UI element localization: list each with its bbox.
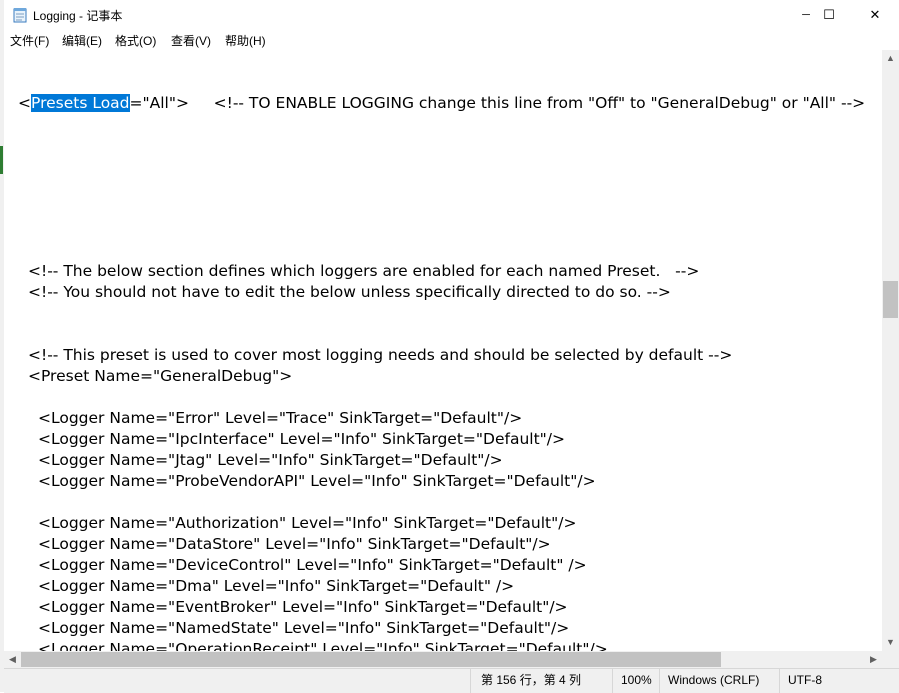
text-line: <Logger Name="EventBroker" Level="Info" … — [38, 598, 568, 616]
cursor-position: 第 156 行，第 4 列 — [470, 669, 612, 693]
selected-text: Presets Load — [31, 94, 130, 112]
menu-edit[interactable]: 编辑(E) — [62, 32, 102, 49]
background-window-accent — [0, 146, 3, 174]
preset-load-rest: ="All"> <!-- TO ENABLE LOGGING change th… — [129, 94, 866, 112]
menu-format[interactable]: 格式(O) — [115, 32, 156, 49]
menu-bar: 文件(F) 编辑(E) 格式(O) 查看(V) 帮助(H) — [4, 30, 899, 51]
scrollbar-corner — [882, 651, 899, 668]
text-line: <!-- The below section defines which log… — [28, 262, 700, 280]
scroll-down-icon[interactable]: ▼ — [882, 634, 899, 651]
vertical-scrollbar[interactable]: ▲ ▼ — [882, 50, 899, 651]
preset-load-open: < — [18, 94, 31, 112]
text-line: <Logger Name="DataStore" Level="Info" Si… — [38, 535, 551, 553]
text-line: <!-- This preset is used to cover most l… — [28, 346, 733, 364]
vertical-scroll-thumb[interactable] — [883, 281, 898, 318]
text-line: <!-- You should not have to edit the bel… — [28, 283, 671, 301]
window-title: Logging - 记事本 — [33, 9, 123, 23]
text-line: <Logger Name="ProbeVendorAPI" Level="Inf… — [38, 472, 596, 490]
text-line: <Logger Name="Jtag" Level="Info" SinkTar… — [38, 451, 503, 469]
preset-load-line: <Presets Load="All"> <!-- TO ENABLE LOGG… — [18, 93, 865, 114]
maximize-button[interactable]: ☐ — [806, 0, 852, 30]
zoom-level: 100% — [612, 669, 659, 693]
menu-view[interactable]: 查看(V) — [171, 32, 211, 49]
notepad-icon — [13, 8, 27, 23]
maximize-icon: ☐ — [823, 7, 835, 22]
encoding: UTF-8 — [779, 669, 899, 693]
text-editor[interactable]: <Presets Load="All"> <!-- TO ENABLE LOGG… — [4, 50, 882, 651]
menu-file[interactable]: 文件(F) — [10, 32, 49, 49]
text-line: <Logger Name="Error" Level="Trace" SinkT… — [38, 409, 523, 427]
text-line: <Logger Name="OperationReceipt" Level="I… — [38, 640, 608, 651]
text-line: <Logger Name="Authorization" Level="Info… — [38, 514, 577, 532]
line-ending: Windows (CRLF) — [659, 669, 779, 693]
horizontal-scrollbar[interactable]: ◀ ▶ — [4, 651, 882, 668]
title-bar: Logging - 记事本 ─ ☐ ✕ — [4, 0, 899, 30]
scroll-left-icon[interactable]: ◀ — [4, 651, 21, 668]
scroll-right-icon[interactable]: ▶ — [865, 651, 882, 668]
text-line: <Logger Name="DeviceControl" Level="Info… — [38, 556, 587, 574]
close-icon: ✕ — [869, 7, 881, 22]
horizontal-scroll-thumb[interactable] — [21, 652, 721, 667]
menu-help[interactable]: 帮助(H) — [225, 32, 266, 49]
close-button[interactable]: ✕ — [852, 0, 898, 30]
text-line: <Logger Name="NamedState" Level="Info" S… — [38, 619, 570, 637]
scroll-up-icon[interactable]: ▲ — [882, 50, 899, 67]
text-line: <Preset Name="GeneralDebug"> — [28, 367, 293, 385]
text-line: <Logger Name="IpcInterface" Level="Info"… — [38, 430, 565, 448]
text-line: <Logger Name="Dma" Level="Info" SinkTarg… — [38, 577, 515, 595]
status-bar: 第 156 行，第 4 列 100% Windows (CRLF) UTF-8 — [4, 668, 899, 693]
